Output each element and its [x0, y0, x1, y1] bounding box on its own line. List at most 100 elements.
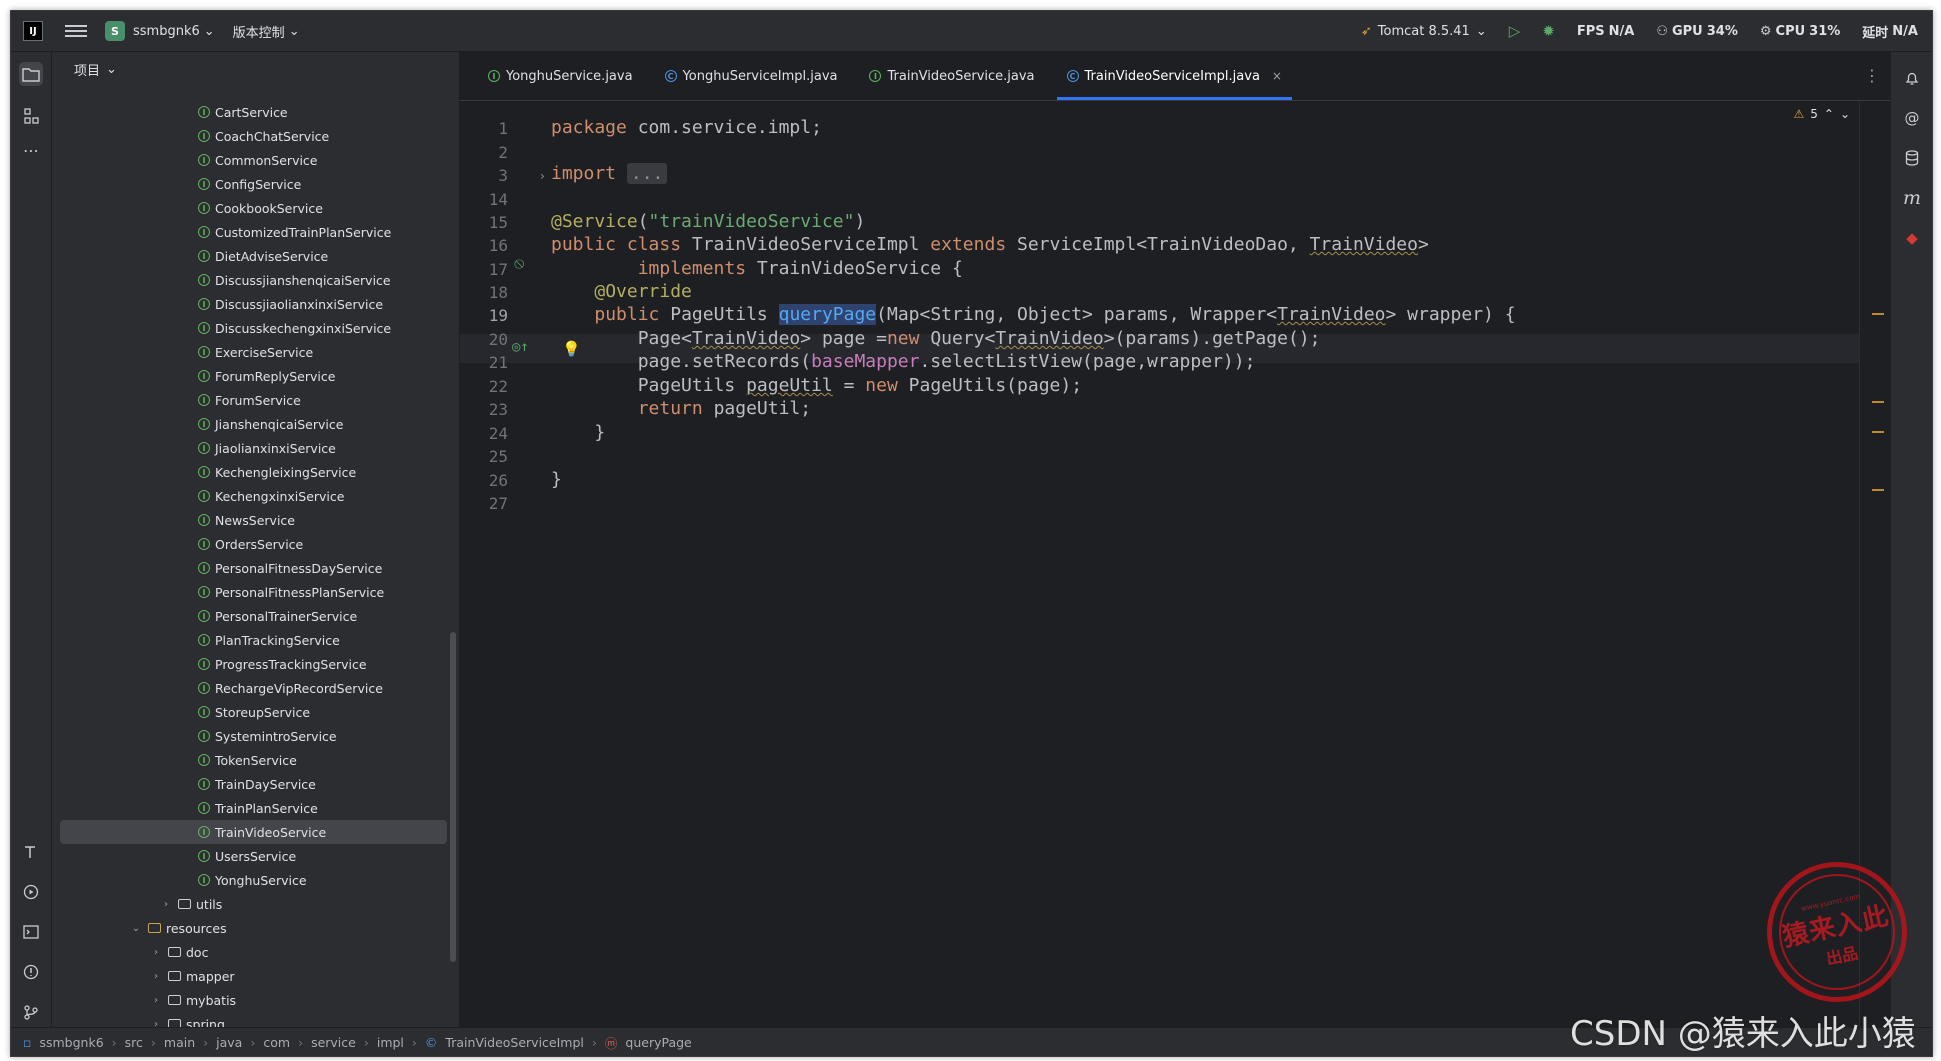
- tree-item-interface[interactable]: I ForumService: [60, 388, 447, 412]
- tree-item-interface[interactable]: I NewsService: [60, 508, 447, 532]
- tree-item-interface[interactable]: I ProgressTrackingService: [60, 652, 447, 676]
- project-panel-title: 项目: [74, 63, 101, 79]
- tree-item-interface[interactable]: I CookbookService: [60, 196, 447, 220]
- line-number: 16: [488, 236, 508, 255]
- build-icon[interactable]: [19, 840, 43, 864]
- breadcrumb-item[interactable]: main: [164, 1035, 195, 1050]
- inspection-widget[interactable]: ⚠ 5 ⌃ ⌄: [1793, 107, 1850, 121]
- database-icon[interactable]: [1900, 146, 1924, 170]
- breadcrumb-item[interactable]: com: [263, 1035, 290, 1050]
- editor-tab[interactable]: C YonghuServiceImpl.java: [649, 52, 854, 100]
- chevron-right-icon[interactable]: ›: [160, 899, 172, 910]
- breadcrumb-item[interactable]: ssmbgnk6: [39, 1035, 103, 1050]
- problems-icon[interactable]: [19, 960, 43, 984]
- tree-item-folder[interactable]: ⌄ resources: [60, 916, 447, 940]
- tree-item-interface[interactable]: I UsersService: [60, 844, 447, 868]
- tree-item-folder[interactable]: › mapper: [60, 964, 447, 988]
- tree-item-interface[interactable]: I PlanTrackingService: [60, 628, 447, 652]
- tree-item-interface[interactable]: I ForumReplyService: [60, 364, 447, 388]
- tree-item-folder[interactable]: › utils: [60, 892, 447, 916]
- code-area[interactable]: ⚠ 5 ⌃ ⌄ 1 2 3 14 15 16 17 18 19 20 21 22 23 24 25 26 27 …: [460, 101, 1890, 1028]
- chevron-right-icon[interactable]: ›: [150, 995, 162, 1006]
- structure-icon[interactable]: [19, 104, 43, 128]
- chevron-right-icon[interactable]: ›: [150, 971, 162, 982]
- folder-icon[interactable]: [19, 62, 43, 86]
- interface-icon: I: [198, 754, 210, 766]
- interface-icon: I: [198, 538, 210, 550]
- project-scrollbar[interactable]: [450, 632, 456, 962]
- ai-assistant-icon[interactable]: @: [1900, 106, 1924, 130]
- tree-item-interface[interactable]: I CommonService: [60, 148, 447, 172]
- tree-item-interface[interactable]: I DietAdviseService: [60, 244, 447, 268]
- project-badge[interactable]: S: [105, 21, 125, 41]
- tree-item-interface[interactable]: I CustomizedTrainPlanService: [60, 220, 447, 244]
- tree-item-interface[interactable]: I TrainPlanService: [60, 796, 447, 820]
- tree-item-folder[interactable]: › doc: [60, 940, 447, 964]
- tree-item-interface[interactable]: I ExerciseService: [60, 340, 447, 364]
- tree-item-interface[interactable]: I StoreupService: [60, 700, 447, 724]
- maven-icon[interactable]: m: [1900, 186, 1924, 210]
- chevron-right-icon[interactable]: ›: [150, 947, 162, 958]
- plugin-icon[interactable]: ◆: [1900, 226, 1924, 250]
- more-icon[interactable]: ⋯: [19, 138, 43, 162]
- breadcrumb-item[interactable]: TrainVideoServiceImpl: [445, 1035, 583, 1050]
- project-switcher[interactable]: ssmbgnk6 ⌄: [133, 24, 215, 39]
- warning-stripe[interactable]: [1872, 489, 1884, 491]
- main-menu-icon[interactable]: [65, 25, 87, 37]
- implements-icon[interactable]: ◎↑: [512, 339, 529, 355]
- tree-item-interface[interactable]: I PersonalFitnessDayService: [60, 556, 447, 580]
- fold-chevron-icon[interactable]: ›: [540, 169, 545, 183]
- git-icon[interactable]: [19, 1000, 43, 1024]
- tree-item-label: KechengxinxiService: [215, 488, 345, 504]
- warning-stripe[interactable]: [1872, 313, 1884, 315]
- run-icon[interactable]: [19, 880, 43, 904]
- tree-item-interface[interactable]: I KechengxinxiService: [60, 484, 447, 508]
- debug-icon[interactable]: ✹: [1542, 22, 1555, 40]
- tree-item-interface[interactable]: I SystemintroService: [60, 724, 447, 748]
- project-panel-header[interactable]: 项目 ⌄: [52, 52, 459, 86]
- editor-tab[interactable]: I YonghuService.java: [472, 52, 649, 100]
- tree-item-interface[interactable]: I JianshenqicaiService: [60, 412, 447, 436]
- editor-tab[interactable]: C TrainVideoServiceImpl.java ×: [1051, 52, 1298, 100]
- tree-item-interface[interactable]: I ConfigService: [60, 172, 447, 196]
- tree-item-interface[interactable]: I PersonalTrainerService: [60, 604, 447, 628]
- warning-stripe[interactable]: [1872, 401, 1884, 403]
- vcs-menu[interactable]: 版本控制 ⌄: [233, 22, 300, 41]
- intellij-logo-icon[interactable]: IJ: [23, 21, 43, 41]
- warning-icon: ⚠: [1793, 107, 1805, 121]
- tree-item-interface[interactable]: I CoachChatService: [60, 124, 447, 148]
- terminal-icon[interactable]: [19, 920, 43, 944]
- tree-item-interface[interactable]: I PersonalFitnessPlanService: [60, 580, 447, 604]
- run-icon[interactable]: ▷: [1509, 22, 1521, 40]
- notifications-icon[interactable]: [1900, 66, 1924, 90]
- editor-tab[interactable]: I TrainVideoService.java: [853, 52, 1050, 100]
- tree-item-interface[interactable]: I TrainDayService: [60, 772, 447, 796]
- breadcrumb-item[interactable]: service: [311, 1035, 356, 1050]
- tree-item-interface[interactable]: I DiscussjiaolianxinxiService: [60, 292, 447, 316]
- interface-icon: I: [198, 610, 210, 622]
- spring-bean-icon[interactable]: ⦸: [514, 253, 524, 273]
- tree-item-interface[interactable]: I KechengleixingService: [60, 460, 447, 484]
- breadcrumb-item[interactable]: queryPage: [625, 1035, 691, 1050]
- breadcrumb-item[interactable]: impl: [377, 1035, 404, 1050]
- close-icon[interactable]: ×: [1272, 69, 1282, 83]
- interface-icon: I: [198, 706, 210, 718]
- tree-item-interface[interactable]: I DiscusskechengxinxiService: [60, 316, 447, 340]
- folder-icon: [168, 947, 181, 957]
- run-config-selector[interactable]: ➶ Tomcat 8.5.41 ⌄: [1361, 24, 1487, 39]
- tree-item-interface[interactable]: I YonghuService: [60, 868, 447, 892]
- chevron-down-icon[interactable]: ⌄: [130, 923, 142, 934]
- tree-item-folder[interactable]: › mybatis: [60, 988, 447, 1012]
- tree-item-interface[interactable]: I JiaolianxinxiService: [60, 436, 447, 460]
- tree-item-interface[interactable]: I TrainVideoService: [60, 820, 447, 844]
- tree-item-interface[interactable]: I CartService: [60, 100, 447, 124]
- breadcrumb-item[interactable]: java: [216, 1035, 242, 1050]
- more-vertical-icon[interactable]: ⋮: [1864, 66, 1880, 85]
- tree-item-interface[interactable]: I OrdersService: [60, 532, 447, 556]
- tree-item-interface[interactable]: I DiscussjianshenqicaiService: [60, 268, 447, 292]
- tree-item-interface[interactable]: I TokenService: [60, 748, 447, 772]
- breadcrumb-item[interactable]: src: [125, 1035, 143, 1050]
- line-number: 23: [488, 400, 508, 419]
- warning-stripe[interactable]: [1872, 431, 1884, 433]
- tree-item-interface[interactable]: I RechargeVipRecordService: [60, 676, 447, 700]
